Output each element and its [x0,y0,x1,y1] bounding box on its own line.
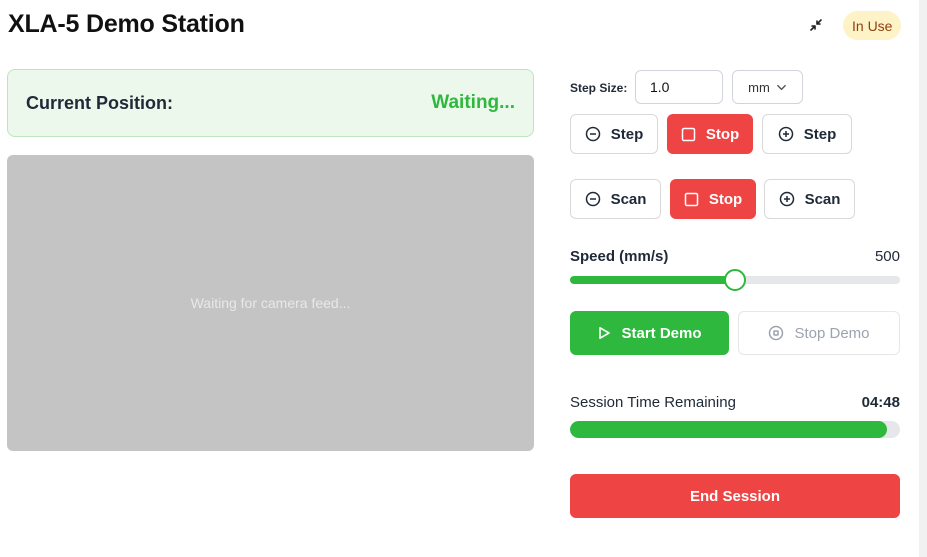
step-minus-label: Step [610,125,644,143]
speed-slider-thumb[interactable] [724,269,746,291]
chevron-down-icon [776,84,786,90]
speed-label: Speed (mm/s) [570,248,669,265]
end-session-button[interactable]: End Session [570,474,900,518]
scan-minus-label: Scan [610,190,647,208]
start-demo-label: Start Demo [621,324,702,342]
step-plus-button[interactable]: Step [762,114,852,154]
current-position-label: Current Position: [26,92,173,113]
plus-circle-icon [779,191,794,207]
scan-plus-button[interactable]: Scan [764,179,855,219]
session-time-value: 04:48 [861,394,900,411]
stop-demo-label: Stop Demo [794,324,870,342]
stop-square-icon [684,192,699,206]
session-time-label: Session Time Remaining [570,394,736,411]
scan-stop-button[interactable]: Stop [670,179,756,219]
scan-minus-button[interactable]: Scan [570,179,661,219]
stop-demo-button[interactable]: Stop Demo [738,311,900,355]
speed-slider[interactable] [570,269,900,291]
page-title: XLA-5 Demo Station [8,10,245,38]
speed-slider-fill [570,276,735,284]
unit-select[interactable]: mm [732,70,803,104]
camera-feed: Waiting for camera feed... [7,155,534,451]
minus-circle-icon [585,191,600,207]
stop-square-icon [681,127,696,141]
stop-circle-icon [769,325,784,341]
current-position-card: Current Position: Waiting... [7,69,534,137]
plus-circle-icon [778,126,793,142]
session-progress-bar [570,421,900,438]
step-size-input[interactable] [635,70,723,104]
session-progress-fill [570,421,887,438]
current-position-value: Waiting... [431,92,515,113]
step-minus-button[interactable]: Step [570,114,658,154]
end-session-label: End Session [689,487,781,505]
play-icon [599,327,611,339]
step-plus-label: Step [803,125,837,143]
unit-select-value: mm [748,79,770,95]
step-stop-button[interactable]: Stop [667,114,753,154]
speed-value: 500 [874,248,900,265]
status-badge: In Use [843,11,902,40]
step-size-label: Step Size: [570,81,628,95]
scan-stop-label: Stop [708,190,743,208]
collapse-button[interactable] [805,14,827,36]
minus-circle-icon [585,126,600,142]
page-scrollbar[interactable] [919,0,927,557]
scan-plus-label: Scan [804,190,841,208]
camera-feed-placeholder: Waiting for camera feed... [190,295,351,311]
step-stop-label: Stop [705,125,740,143]
collapse-arrows-icon [810,19,822,31]
start-demo-button[interactable]: Start Demo [570,311,729,355]
